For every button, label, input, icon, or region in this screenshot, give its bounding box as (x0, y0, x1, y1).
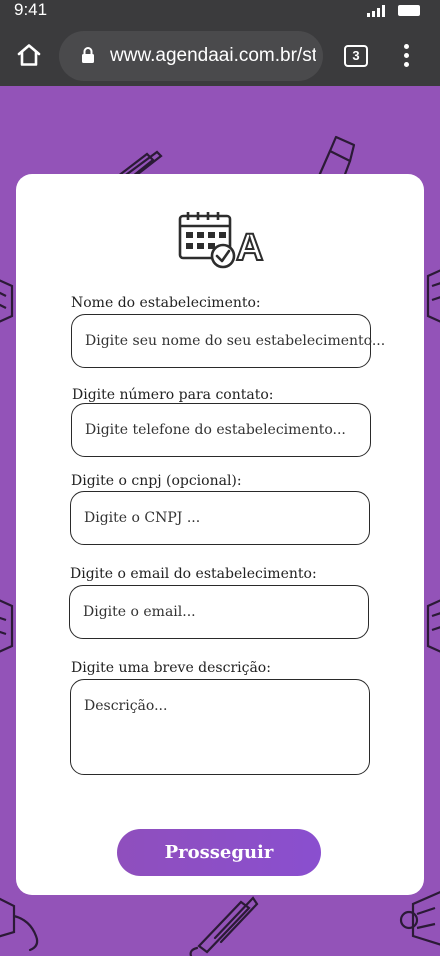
establishment-name-input[interactable]: Digite seu nome do seu estabelecimento..… (71, 314, 385, 368)
status-time: 9:41 (14, 0, 48, 19)
field-label-phone: Digite número para contato: (72, 387, 274, 403)
description-textarea[interactable]: Descrição... (70, 679, 370, 775)
browser-toolbar: www.agendaai.com.br/st 3 (0, 22, 440, 86)
address-bar[interactable]: www.agendaai.com.br/st (59, 31, 323, 81)
field-label-cnpj: Digite o cnpj (opcional): (71, 473, 242, 489)
input-placeholder: Descrição... (84, 698, 168, 714)
battery-icon (398, 5, 420, 16)
signal-icon (367, 5, 385, 17)
status-bar: 9:41 (0, 0, 440, 22)
more-menu-icon[interactable] (398, 44, 414, 68)
input-placeholder: Digite o email... (83, 604, 196, 620)
field-label-description: Digite uma breve descrição: (71, 660, 271, 676)
input-placeholder: Digite seu nome do seu estabelecimento..… (85, 333, 386, 349)
flat-iron-icon (189, 896, 259, 956)
proceed-button[interactable]: Prosseguir (117, 829, 321, 876)
field-label-name: Nome do estabelecimento: (71, 295, 261, 311)
home-icon[interactable] (16, 43, 42, 67)
registration-card: AI Nome do estabelecimento: Digite seu n… (16, 174, 424, 895)
input-placeholder: Digite telefone do estabelecimento... (85, 422, 346, 438)
lock-icon (82, 47, 94, 63)
logo-text: AI (236, 227, 264, 269)
url-text: www.agendaai.com.br/st (110, 45, 316, 66)
tabs-button[interactable]: 3 (344, 45, 368, 67)
field-label-email: Digite o email do estabelecimento: (70, 566, 317, 582)
phone-input[interactable]: Digite telefone do estabelecimento... (71, 403, 371, 457)
email-input[interactable]: Digite o email... (69, 585, 369, 639)
cnpj-input[interactable]: Digite o CNPJ ... (70, 491, 370, 545)
input-placeholder: Digite o CNPJ ... (84, 510, 201, 526)
agendaai-logo-icon: AI (178, 212, 264, 270)
